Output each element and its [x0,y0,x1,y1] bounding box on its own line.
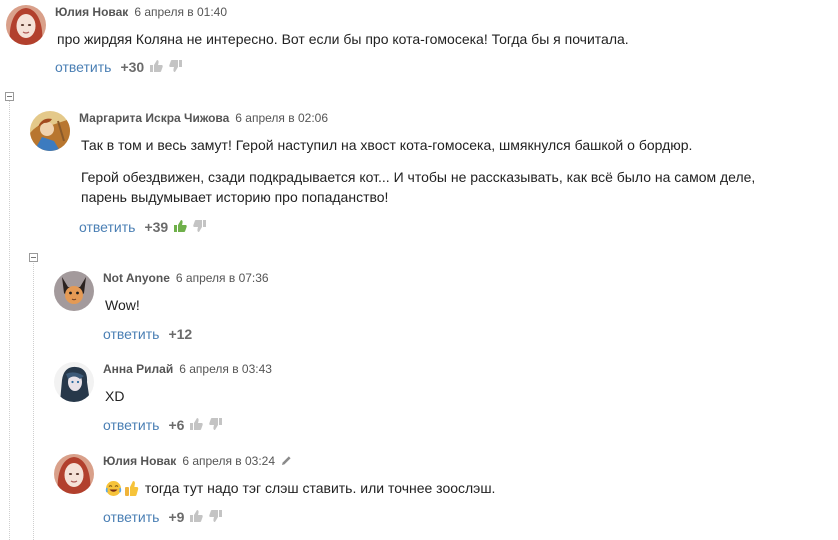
reply-link[interactable]: ответить [103,326,159,342]
avatar[interactable] [30,111,70,151]
thumbs-down-icon[interactable] [193,219,207,235]
tears-of-joy-emoji [105,480,122,502]
comment-text: тогда тут надо тэг слэш ставить. или точ… [144,480,496,496]
comment-author[interactable]: Маргарита Искра Чижова [79,111,229,125]
comment-score: +39 [144,219,169,235]
avatar[interactable] [6,5,46,45]
comment-date[interactable]: 6 апреля в 01:40 [134,5,227,19]
comment-date[interactable]: 6 апреля в 03:24 [182,454,275,468]
thumbs-up-icon[interactable] [190,509,204,525]
comment-date[interactable]: 6 апреля в 02:06 [235,111,328,125]
comment-body: Так в том и весь замут! Герой наступил н… [81,135,801,207]
comment-score: +30 [120,59,145,75]
thumbs-up-icon[interactable] [150,59,163,75]
pencil-icon[interactable] [281,455,292,469]
comment-paragraph: Wow! [105,297,140,313]
comment-body: тогда тут надо тэг слэш ставить. или точ… [105,478,805,502]
comment-paragraph: тогда тут надо тэг слэш ставить. или точ… [105,478,805,502]
thumbs-up-icon[interactable] [174,219,187,235]
thumbs-down-icon[interactable] [209,417,223,433]
comment-body: Wow! [105,295,805,315]
thread-line [33,258,34,540]
comment-score: +9 [168,509,185,525]
avatar[interactable] [54,271,94,311]
comment-author[interactable]: Юлия Новак [103,454,176,468]
collapse-minus-icon[interactable] [5,92,14,101]
thumbs-up-emoji [124,480,139,502]
comment-score: +6 [168,417,185,433]
thread-line [9,96,10,540]
reply-link[interactable]: ответить [55,59,111,75]
comment-author[interactable]: Not Anyone [103,271,170,285]
comment-date[interactable]: 6 апреля в 07:36 [176,271,269,285]
thumbs-down-icon[interactable] [169,59,183,75]
comment-paragraph: XD [105,388,125,404]
comment-date[interactable]: 6 апреля в 03:43 [179,362,272,376]
comment-author[interactable]: Юлия Новак [55,5,128,19]
comment-paragraph: Так в том и весь замут! Герой наступил н… [81,137,693,153]
comment-body: XD [105,386,805,406]
comment-body: про жирдяя Коляна не интересно. Вот если… [57,29,817,49]
collapse-minus-icon[interactable] [29,253,38,262]
comment-paragraph: про жирдяя Коляна не интересно. Вот если… [57,31,629,47]
thumbs-down-icon[interactable] [209,509,223,525]
reply-link[interactable]: ответить [103,417,159,433]
reply-link[interactable]: ответить [79,219,135,235]
comment-score: +12 [168,326,193,342]
comment-paragraph: Герой обездвижен, сзади подкрадывается к… [81,169,756,205]
avatar[interactable] [54,362,94,402]
reply-link[interactable]: ответить [103,509,159,525]
thumbs-up-icon[interactable] [190,417,204,433]
avatar[interactable] [54,454,94,494]
comment-author[interactable]: Анна Рилай [103,362,173,376]
